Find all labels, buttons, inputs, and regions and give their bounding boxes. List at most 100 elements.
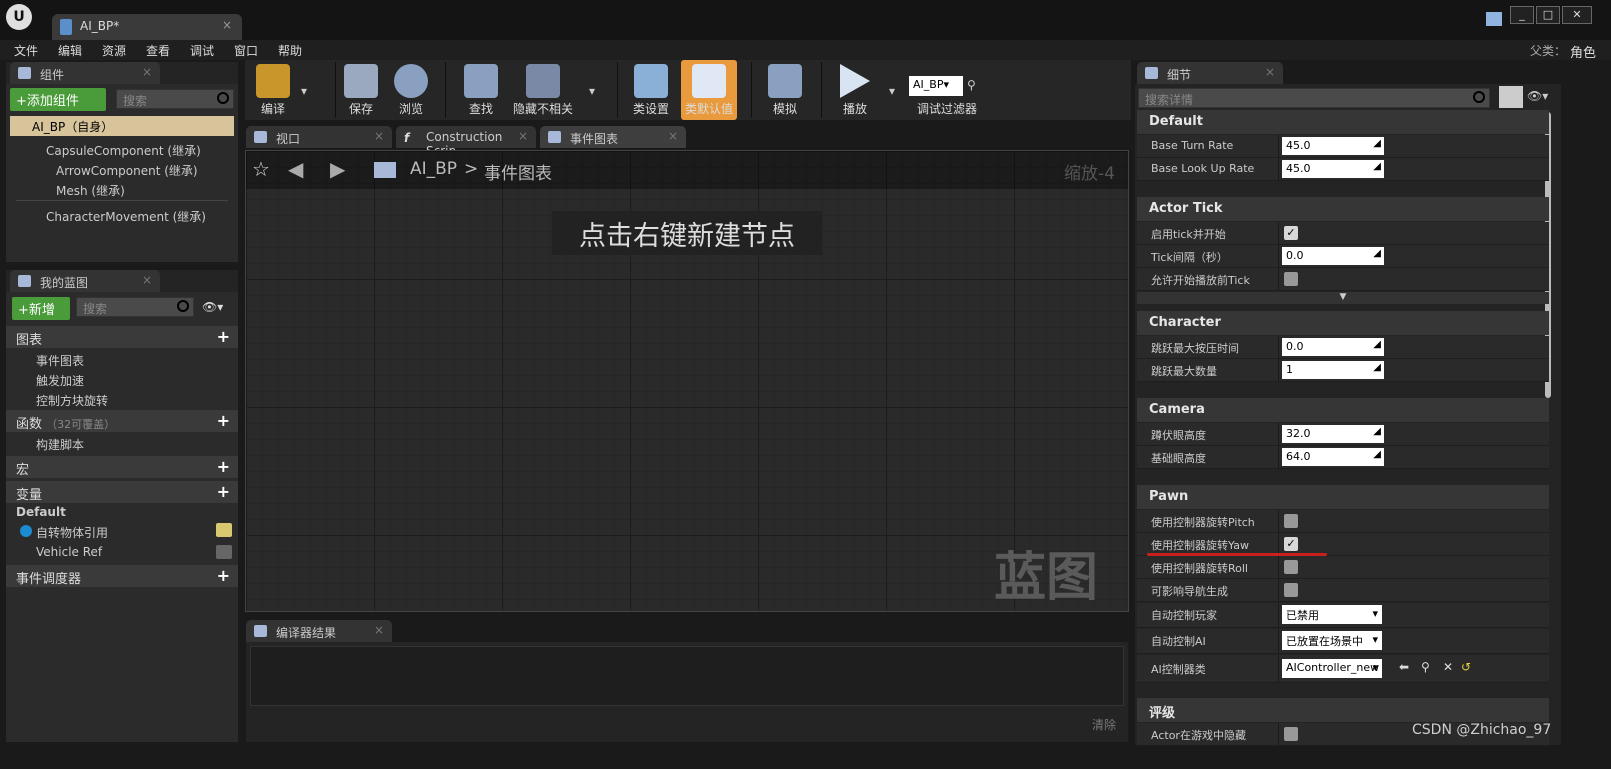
document-tab[interactable]: AI_BP* ×: [52, 14, 242, 40]
clear-x-icon[interactable]: ✕: [1443, 660, 1453, 674]
use-yaw-checkbox[interactable]: ✓: [1284, 537, 1298, 551]
search-icon[interactable]: ⚲: [967, 78, 976, 92]
reset-icon[interactable]: ◢: [1373, 248, 1381, 259]
section-default[interactable]: Default: [1137, 110, 1549, 134]
class-defaults-button[interactable]: 类默认值: [681, 60, 737, 120]
close-icon[interactable]: ×: [222, 18, 232, 32]
tab-components[interactable]: 组件 ×: [10, 62, 160, 84]
reset-icon[interactable]: ◢: [1373, 426, 1381, 437]
chevron-down-icon[interactable]: ▾: [889, 84, 895, 98]
component-arrow[interactable]: ArrowComponent (继承): [56, 162, 198, 179]
close-icon[interactable]: ×: [1265, 65, 1275, 79]
reset-icon[interactable]: ◢: [1373, 362, 1381, 373]
breadcrumb-graph[interactable]: 事件图表: [484, 159, 552, 184]
functions-section[interactable]: 函数 （32可覆盖） +: [6, 410, 238, 432]
close-icon[interactable]: ×: [142, 273, 152, 287]
jump-hold-input[interactable]: 0.0 ◢: [1282, 338, 1384, 356]
chevron-down-icon[interactable]: ▾: [589, 84, 595, 98]
hide-in-game-checkbox[interactable]: [1284, 727, 1298, 741]
tab-compiler-results[interactable]: 编译器结果 ×: [246, 620, 392, 642]
simulate-button[interactable]: 模拟: [763, 60, 807, 120]
reset-default-icon[interactable]: ↺: [1461, 660, 1471, 674]
menu-asset[interactable]: 资源: [102, 42, 126, 59]
nav-affect-checkbox[interactable]: [1284, 583, 1298, 597]
section-character[interactable]: Character: [1137, 311, 1549, 335]
tab-construction-script[interactable]: f Construction Scrip ×: [396, 126, 536, 158]
add-graph-icon[interactable]: +: [217, 327, 230, 346]
close-window-button[interactable]: ✕: [1562, 6, 1592, 24]
crouch-eye-input[interactable]: 32.0 ◢: [1282, 425, 1384, 443]
menu-view[interactable]: 查看: [146, 42, 170, 59]
eye-icon[interactable]: 👁▾: [1527, 89, 1548, 103]
component-capsule[interactable]: CapsuleComponent (继承): [46, 142, 201, 159]
browse-magnifier-icon[interactable]: ⚲: [1421, 660, 1430, 674]
hide-unrelated-button[interactable]: 隐藏不相关: [511, 60, 575, 120]
graduation-cap-icon[interactable]: [1486, 12, 1502, 26]
parent-class-value[interactable]: 角色: [1570, 42, 1596, 61]
add-function-icon[interactable]: +: [217, 411, 230, 430]
tab-my-blueprint[interactable]: 我的蓝图 ×: [10, 270, 160, 292]
find-button[interactable]: 查找: [461, 60, 501, 120]
visibility-icon[interactable]: [216, 523, 232, 537]
close-icon[interactable]: ×: [374, 129, 384, 143]
variable-vehicle-ref[interactable]: Vehicle Ref: [36, 545, 102, 559]
new-button[interactable]: +新增: [12, 297, 70, 320]
add-component-button[interactable]: +添加组件: [10, 88, 106, 111]
graphs-section[interactable]: 图表 +: [6, 326, 238, 348]
compile-button[interactable]: 编译: [249, 60, 297, 120]
tab-details[interactable]: 细节 ×: [1137, 62, 1283, 84]
component-root[interactable]: AI_BP（自身）: [10, 116, 234, 136]
close-icon[interactable]: ×: [668, 129, 678, 143]
use-roll-checkbox[interactable]: [1284, 560, 1298, 574]
close-icon[interactable]: ×: [374, 623, 384, 637]
breadcrumb-blueprint[interactable]: AI_BP: [410, 159, 457, 179]
minimize-button[interactable]: _: [1510, 6, 1534, 24]
components-search-input[interactable]: 搜索: [116, 89, 234, 109]
class-settings-button[interactable]: 类设置: [629, 60, 673, 120]
section-actor-tick[interactable]: Actor Tick: [1137, 197, 1549, 221]
use-pitch-checkbox[interactable]: [1284, 514, 1298, 528]
reset-icon[interactable]: ◢: [1373, 138, 1381, 149]
base-turn-rate-input[interactable]: 45.0 ◢: [1282, 137, 1384, 155]
section-pawn[interactable]: Pawn: [1137, 485, 1549, 509]
visibility-icon[interactable]: [216, 545, 232, 559]
graph-rotate-block[interactable]: 控制方块旋转: [36, 392, 108, 409]
section-rating[interactable]: 评级: [1137, 698, 1549, 722]
maximize-button[interactable]: □: [1536, 6, 1560, 24]
tick-before-play-checkbox[interactable]: [1284, 272, 1298, 286]
tab-viewport[interactable]: 视口 ×: [246, 126, 392, 148]
macros-section[interactable]: 宏 +: [6, 456, 238, 478]
add-dispatcher-icon[interactable]: +: [217, 566, 230, 585]
close-icon[interactable]: ×: [142, 65, 152, 79]
variables-section[interactable]: 变量 +: [6, 481, 238, 503]
jump-max-input[interactable]: 1 ◢: [1282, 361, 1384, 379]
graph-event[interactable]: 事件图表: [36, 352, 84, 369]
menu-file[interactable]: 文件: [14, 42, 38, 59]
eye-icon[interactable]: 👁▾: [202, 300, 223, 314]
ai-controller-select[interactable]: AIController_new ▾: [1282, 659, 1382, 678]
section-camera[interactable]: Camera: [1137, 398, 1549, 422]
menu-help[interactable]: 帮助: [278, 42, 302, 59]
forward-arrow-icon[interactable]: ▶: [330, 157, 345, 181]
base-eye-input[interactable]: 64.0 ◢: [1282, 448, 1384, 466]
save-button[interactable]: 保存: [341, 60, 381, 120]
component-mesh[interactable]: Mesh (继承): [56, 182, 125, 199]
menu-edit[interactable]: 编辑: [58, 42, 82, 59]
clear-button[interactable]: 清除: [1092, 716, 1116, 733]
tick-interval-input[interactable]: 0.0 ◢: [1282, 247, 1384, 265]
use-selected-arrow-icon[interactable]: ⬅: [1399, 660, 1409, 674]
close-icon[interactable]: ×: [518, 129, 528, 143]
graph-trigger-speed[interactable]: 触发加速: [36, 372, 84, 389]
reset-icon[interactable]: ◢: [1373, 449, 1381, 460]
browse-button[interactable]: 浏览: [391, 60, 431, 120]
details-search-input[interactable]: 搜索详情: [1138, 88, 1490, 108]
expand-advanced-icon[interactable]: ▼: [1137, 292, 1549, 304]
base-look-up-rate-input[interactable]: 45.0 ◢: [1282, 160, 1384, 178]
dispatchers-section[interactable]: 事件调度器 +: [6, 565, 238, 587]
play-button[interactable]: 播放: [831, 60, 879, 120]
auto-possess-ai-select[interactable]: 已放置在场景中 ▾: [1282, 631, 1382, 650]
reset-icon[interactable]: ◢: [1373, 339, 1381, 350]
list-view-icon[interactable]: [1499, 86, 1523, 108]
debug-object-select[interactable]: AI_BP▾: [909, 76, 963, 96]
component-movement[interactable]: CharacterMovement (继承): [46, 208, 206, 225]
